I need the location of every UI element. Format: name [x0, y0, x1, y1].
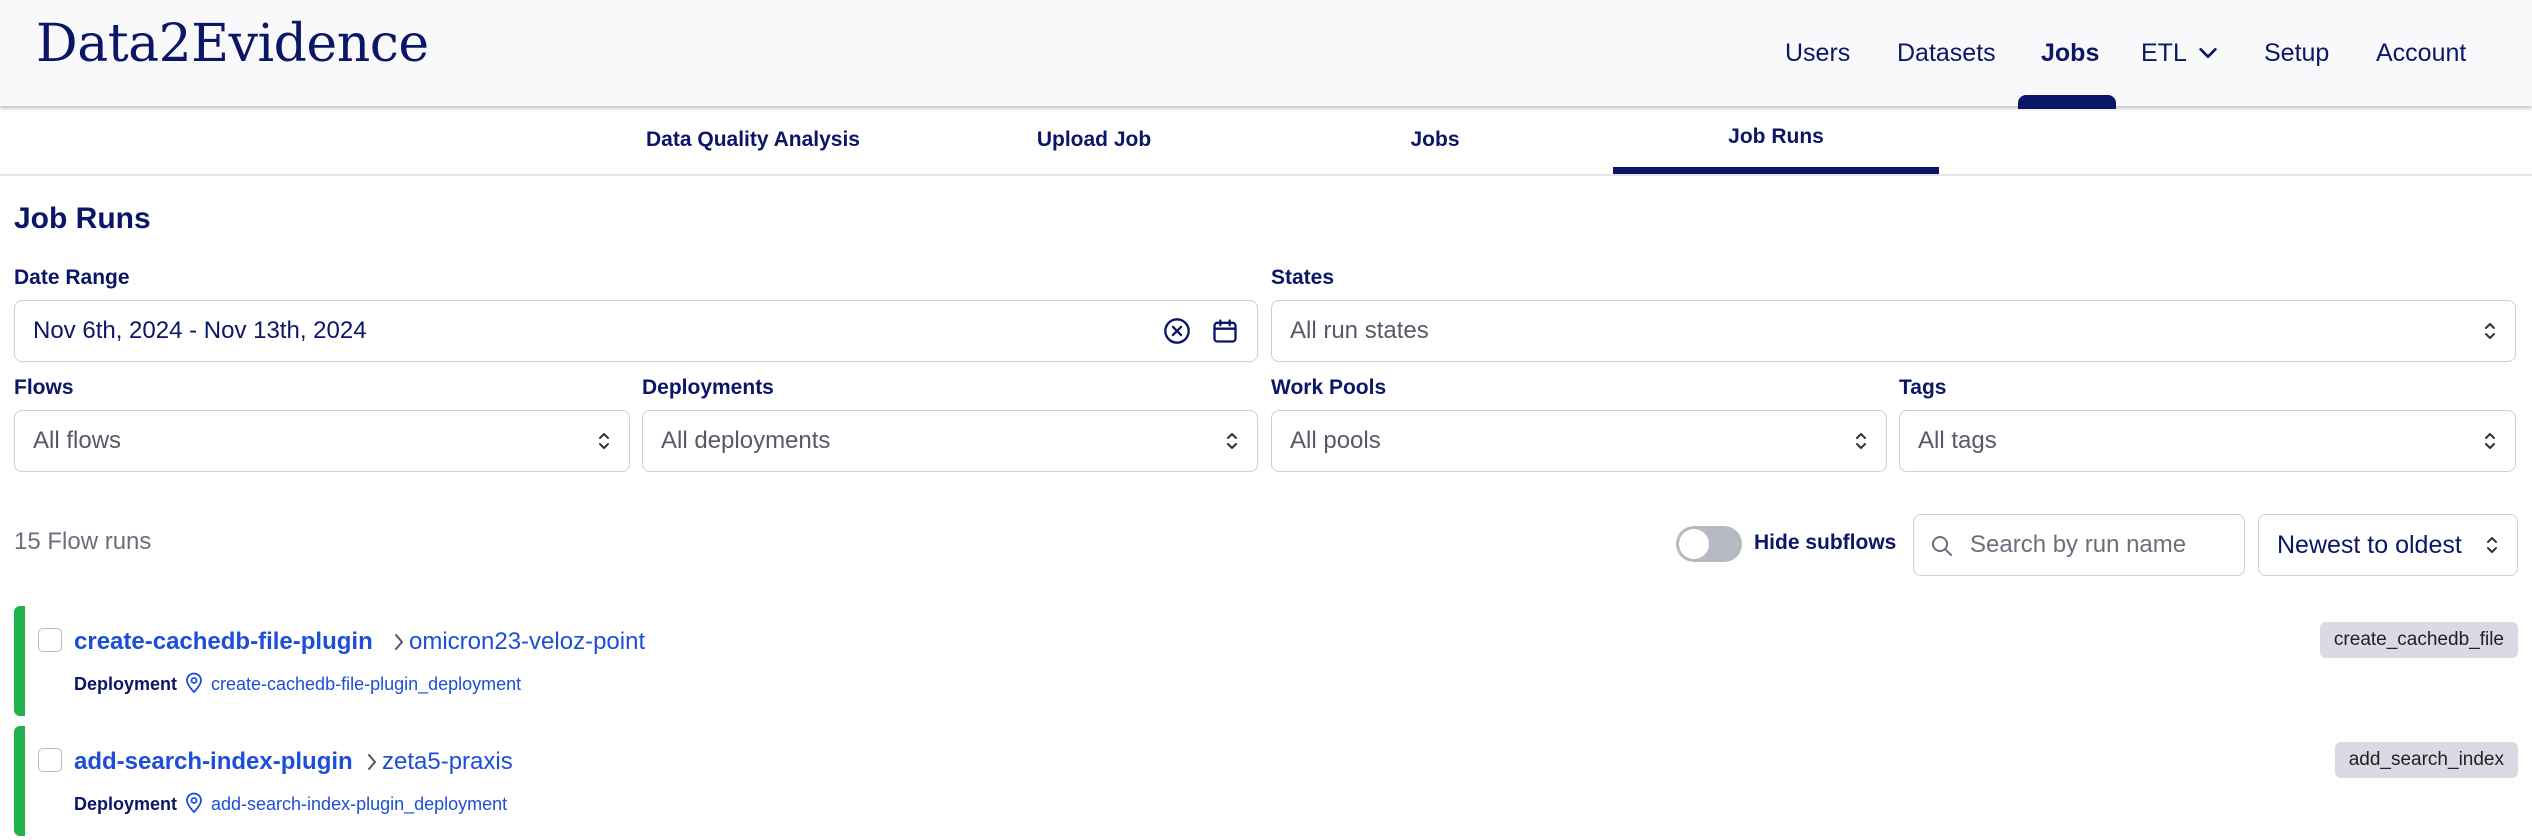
- flow-run-row: add-search-index-plugin zeta5-praxis Dep…: [14, 726, 2518, 836]
- search-input[interactable]: [1970, 527, 2230, 563]
- calendar-icon[interactable]: [1211, 317, 1239, 345]
- nav-etl[interactable]: ETL: [2141, 0, 2219, 106]
- work-pools-label: Work Pools: [1271, 376, 1387, 399]
- deployments-label: Deployments: [642, 376, 774, 399]
- run-tag[interactable]: add_search_index: [2334, 742, 2518, 778]
- nav-jobs[interactable]: Jobs: [2041, 0, 2099, 106]
- chevron-updown-icon: [1856, 433, 1866, 449]
- sort-value: Newest to oldest: [2277, 530, 2462, 559]
- chevron-down-icon: [2199, 47, 2217, 59]
- run-state-bar: [14, 606, 25, 716]
- chevron-right-icon: [395, 634, 403, 650]
- flows-select[interactable]: All flows: [14, 410, 630, 472]
- tab-upload-job[interactable]: Upload Job: [956, 106, 1232, 174]
- run-name-link[interactable]: omicron23-veloz-point: [409, 628, 645, 656]
- work-pools-value: All pools: [1290, 427, 1381, 454]
- deployment-link[interactable]: add-search-index-plugin_deployment: [211, 794, 507, 815]
- states-label: States: [1271, 266, 1335, 289]
- row-checkbox[interactable]: [38, 628, 62, 652]
- row-checkbox[interactable]: [38, 748, 62, 772]
- run-name-link[interactable]: zeta5-praxis: [382, 748, 513, 776]
- map-pin-icon: [186, 792, 202, 814]
- flows-value: All flows: [33, 427, 122, 454]
- date-range-label: Date Range: [14, 266, 130, 289]
- nav-active-indicator: [2018, 95, 2116, 109]
- tags-label: Tags: [1899, 376, 1947, 399]
- chevron-right-icon: [368, 754, 376, 770]
- tab-job-runs[interactable]: Job Runs: [1613, 106, 1939, 174]
- flow-run-count: 15 Flow runs: [14, 528, 152, 555]
- flow-run-row: create-cachedb-file-plugin omicron23-vel…: [14, 606, 2518, 716]
- tags-value: All tags: [1918, 427, 1997, 454]
- flow-name-link[interactable]: add-search-index-plugin: [74, 748, 353, 776]
- map-pin-icon: [186, 672, 202, 694]
- date-range-picker[interactable]: Nov 6th, 2024 - Nov 13th, 2024: [14, 300, 1258, 362]
- hide-subflows-label[interactable]: Hide subflows: [1754, 531, 1896, 555]
- toggle-knob: [1679, 529, 1709, 559]
- nav-users[interactable]: Users: [1785, 0, 1850, 106]
- run-state-bar: [14, 726, 25, 836]
- search-icon: [1932, 536, 1952, 556]
- search-box: [1913, 514, 2245, 576]
- deployments-value: All deployments: [661, 427, 831, 454]
- chevron-updown-icon: [1227, 433, 1237, 449]
- sort-select[interactable]: Newest to oldest: [2258, 514, 2518, 576]
- chevron-updown-icon: [2485, 323, 2495, 339]
- nav-etl-label: ETL: [2141, 38, 2187, 67]
- nav-datasets[interactable]: Datasets: [1897, 0, 1996, 106]
- deployment-link[interactable]: create-cachedb-file-plugin_deployment: [211, 674, 521, 695]
- deployment-label: Deployment: [74, 674, 178, 694]
- deployment-label: Deployment: [74, 794, 178, 814]
- top-header: Data2Evidence Users Datasets Jobs ETL Se…: [0, 0, 2532, 109]
- chevron-updown-icon: [599, 433, 609, 449]
- subtab-bar: Data Quality Analysis Upload Job Jobs Jo…: [0, 106, 2532, 176]
- work-pools-select[interactable]: All pools: [1271, 410, 1887, 472]
- flows-label: Flows: [14, 376, 74, 399]
- chevron-updown-icon: [2487, 537, 2497, 553]
- chevron-updown-icon: [2485, 433, 2495, 449]
- tab-data-quality-analysis[interactable]: Data Quality Analysis: [600, 106, 906, 174]
- hide-subflows-toggle[interactable]: [1676, 526, 1742, 562]
- states-value: All run states: [1290, 317, 1429, 344]
- tags-select[interactable]: All tags: [1899, 410, 2516, 472]
- page-title: Job Runs: [14, 202, 151, 235]
- app-logo[interactable]: Data2Evidence: [36, 14, 429, 74]
- nav-account[interactable]: Account: [2376, 0, 2466, 106]
- clear-circle-icon[interactable]: [1163, 317, 1191, 345]
- tab-jobs[interactable]: Jobs: [1300, 106, 1570, 174]
- flow-name-link[interactable]: create-cachedb-file-plugin: [74, 628, 373, 656]
- deployments-select[interactable]: All deployments: [642, 410, 1258, 472]
- date-range-value: Nov 6th, 2024 - Nov 13th, 2024: [33, 317, 367, 344]
- nav-setup[interactable]: Setup: [2264, 0, 2329, 106]
- states-select[interactable]: All run states: [1271, 300, 2516, 362]
- run-tag[interactable]: create_cachedb_file: [2319, 622, 2518, 658]
